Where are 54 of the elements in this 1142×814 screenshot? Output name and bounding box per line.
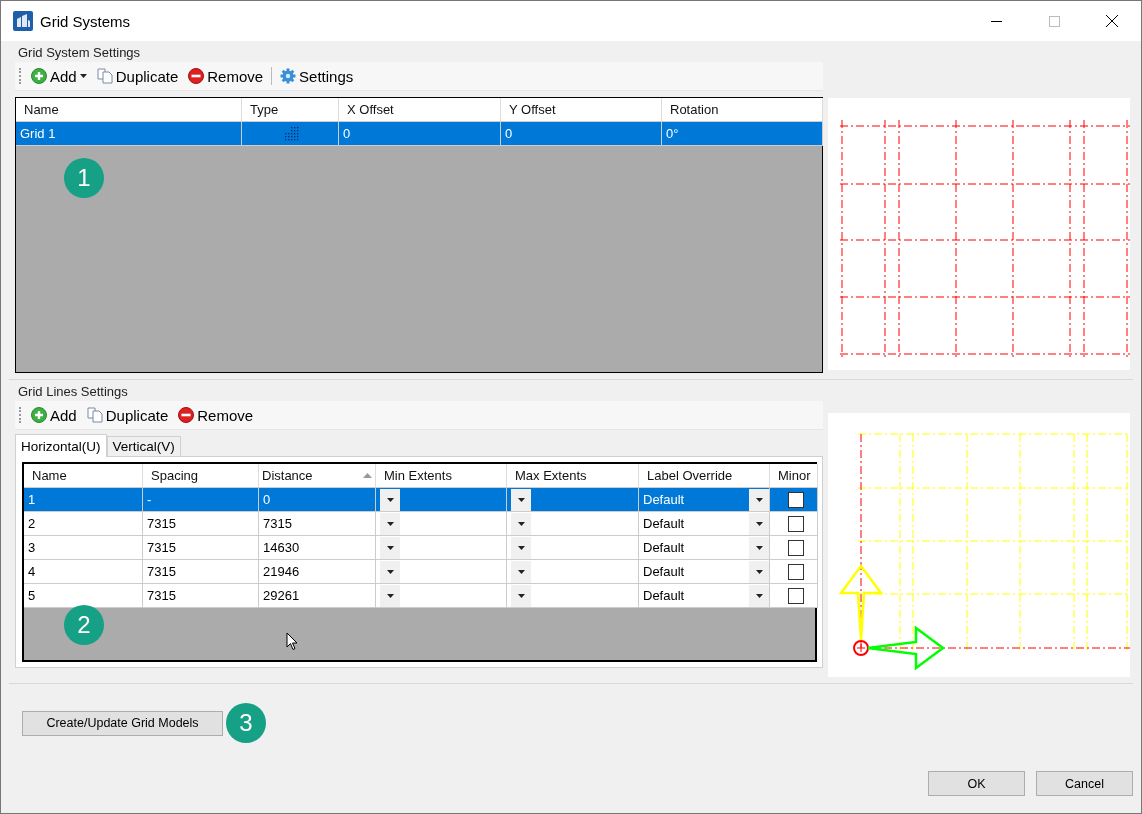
table-cell: 14630 <box>259 536 376 560</box>
table-cell: 7315 <box>259 512 376 536</box>
table-cell: Grid 1 <box>16 122 242 146</box>
column-header[interactable]: Y Offset <box>501 98 662 122</box>
column-header[interactable]: Name <box>24 464 143 488</box>
table-cell: 1 <box>24 488 143 512</box>
column-header[interactable]: Min Extents <box>376 464 507 488</box>
add-button[interactable]: Add <box>29 67 89 85</box>
dialog-button[interactable]: Cancel <box>1036 771 1133 796</box>
column-header[interactable]: Distance <box>259 464 376 488</box>
step-badge: 2 <box>64 605 104 645</box>
step-badge: 1 <box>64 158 104 198</box>
table-cell: 5 <box>24 584 143 608</box>
step-badge: 3 <box>226 703 266 743</box>
table-cell: 7315 <box>143 512 259 536</box>
tab[interactable]: Vertical(V) <box>106 436 181 456</box>
create-update-button[interactable]: Create/Update Grid Models <box>22 710 223 736</box>
remove-button[interactable]: Remove <box>176 406 256 424</box>
table-cell: 7315 <box>143 560 259 584</box>
table-cell: 0 <box>339 122 501 146</box>
table-cell: 7315 <box>143 536 259 560</box>
dialog-button[interactable]: OK <box>928 771 1025 796</box>
group-title: Grid System Settings <box>17 44 142 62</box>
dropdown-cell[interactable]: Default <box>639 536 770 560</box>
column-header[interactable]: Rotation <box>662 98 823 122</box>
window-title: Grid Systems <box>40 12 130 30</box>
table-cell: 3 <box>24 536 143 560</box>
remove-button[interactable]: Remove <box>186 67 266 85</box>
table-cell: 7315 <box>143 584 259 608</box>
dropdown-cell[interactable]: Default <box>639 512 770 536</box>
column-header[interactable]: Minor <box>770 464 818 488</box>
table-cell: 21946 <box>259 560 376 584</box>
table-cell: 0 <box>259 488 376 512</box>
column-header[interactable]: Label Override <box>639 464 770 488</box>
group-title: Grid Lines Settings <box>17 383 129 401</box>
settings-button[interactable]: Settings <box>278 67 356 85</box>
dropdown-cell[interactable]: Default <box>639 560 770 584</box>
column-header[interactable]: Name <box>16 98 242 122</box>
column-header[interactable]: Spacing <box>143 464 259 488</box>
tab[interactable]: Horizontal(U) <box>15 434 107 457</box>
column-header[interactable]: X Offset <box>339 98 501 122</box>
table-cell: 2 <box>24 512 143 536</box>
table-cell: - <box>143 488 259 512</box>
table-cell: 29261 <box>259 584 376 608</box>
dropdown-cell[interactable]: Default <box>639 584 770 608</box>
dropdown-cell[interactable]: Default <box>639 488 770 512</box>
duplicate-button[interactable]: Duplicate <box>84 406 171 424</box>
table-cell: 0 <box>501 122 662 146</box>
table-cell: 4 <box>24 560 143 584</box>
column-header[interactable]: Max Extents <box>507 464 639 488</box>
add-button[interactable]: Add <box>29 406 79 424</box>
duplicate-button[interactable]: Duplicate <box>94 67 181 85</box>
table-cell: 0° <box>662 122 823 146</box>
column-header[interactable]: Type <box>242 98 339 122</box>
